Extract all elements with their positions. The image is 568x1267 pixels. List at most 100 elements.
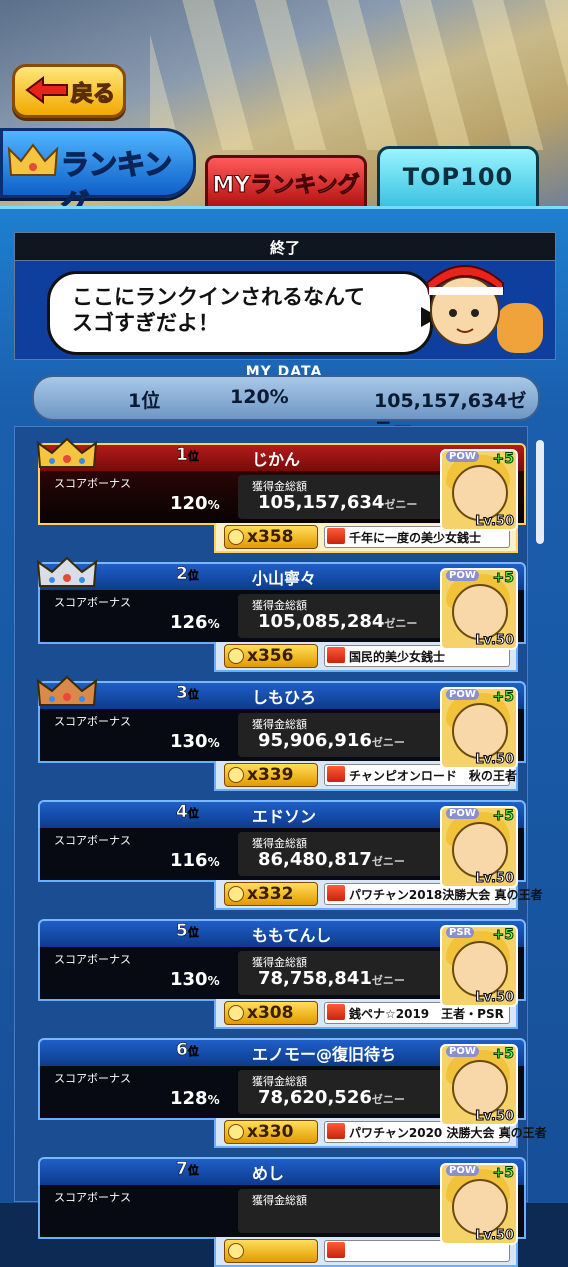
- coin-value: x358: [247, 527, 294, 547]
- level-text: Lv.50: [475, 1228, 515, 1244]
- player-avatar[interactable]: PSR +5 Lv.50: [440, 925, 518, 1007]
- rank-unit: 位: [187, 569, 200, 583]
- earnings-value: 95,906,916ゼニー: [258, 730, 405, 751]
- player-avatar[interactable]: POW +5 Lv.50: [440, 449, 518, 531]
- zeni-unit: ゼニー: [371, 1093, 405, 1106]
- back-button[interactable]: 戻る: [12, 64, 126, 118]
- avatar-face: [452, 941, 508, 997]
- earnings-box: 獲得金総額: [238, 1189, 454, 1233]
- medal-badge: POW: [446, 1046, 479, 1057]
- bonus-label: スコアボーナス: [54, 953, 131, 966]
- earnings-number: 105,157,634: [258, 492, 385, 513]
- plus-badge: +5: [492, 451, 515, 468]
- coin-count: x332: [224, 882, 318, 906]
- crown-icon: [36, 556, 98, 587]
- player-avatar[interactable]: POW +5 Lv.50: [440, 687, 518, 769]
- earnings-value: 105,157,634ゼニー: [258, 492, 417, 513]
- medal-badge: POW: [446, 1165, 479, 1176]
- player-avatar[interactable]: POW +5 Lv.50: [440, 1044, 518, 1126]
- plus-badge: +5: [492, 1046, 515, 1063]
- speech-text: ここにランクインされるなんて スゴすぎだよ！: [72, 285, 365, 335]
- rank-unit: 位: [187, 450, 200, 464]
- level-text: Lv.50: [475, 633, 515, 649]
- bonus-label: スコアボーナス: [54, 834, 131, 847]
- ranking-card[interactable]: 2位 小山寧々 スコアボーナス 126% 獲得金総額 105,085,284ゼニー…: [16, 556, 526, 672]
- player-avatar[interactable]: POW +5 Lv.50: [440, 1163, 518, 1245]
- bonus-label: スコアボーナス: [54, 715, 131, 728]
- bonus-label: スコアボーナス: [54, 1072, 131, 1085]
- percent-unit: %: [207, 1093, 220, 1107]
- avatar-face: [452, 465, 508, 521]
- title-crown-icon: [327, 1242, 345, 1258]
- speech-bubble: ここにランクインされるなんて スゴすぎだよ！: [47, 271, 433, 355]
- ranking-card[interactable]: 4位 エドソン スコアボーナス 116% 獲得金総額 86,480,817ゼニー …: [16, 800, 542, 910]
- player-name: じかん: [252, 450, 301, 469]
- zeni-unit: ゼニー: [384, 498, 418, 511]
- percent-unit: %: [207, 974, 220, 988]
- earnings-number: 95,906,916: [258, 730, 372, 751]
- plus-badge: +5: [492, 689, 515, 706]
- tab-my-ranking[interactable]: MYランキング: [205, 155, 367, 206]
- ranking-card[interactable]: 6位 エノモー@復旧待ち スコアボーナス 128% 獲得金総額 78,620,52…: [16, 1038, 547, 1148]
- title-text: パワチャン2018決勝大会 真の王者: [349, 888, 543, 902]
- medal-badge: POW: [446, 451, 479, 462]
- coin-value: x308: [247, 1003, 294, 1023]
- rank-number: 1位: [176, 445, 200, 466]
- ranking-card[interactable]: 3位 しもひろ スコアボーナス 130% 獲得金総額 95,906,916ゼニー …: [16, 675, 526, 791]
- rank-number: 6位: [176, 1040, 200, 1061]
- title-crown-icon: [327, 1123, 345, 1139]
- medal-badge: PSR: [446, 927, 475, 938]
- rank-number: 3位: [176, 683, 199, 704]
- coin-value: x356: [247, 646, 294, 666]
- percent-unit: %: [207, 498, 220, 512]
- player-name: めし: [252, 1164, 285, 1183]
- coin-icon: [228, 1124, 244, 1140]
- coin-count: x339: [224, 763, 318, 787]
- medal-badge: POW: [446, 570, 479, 581]
- percent-unit: %: [207, 855, 220, 869]
- avatar-face: [452, 1060, 508, 1116]
- bonus-value: 116%: [170, 850, 220, 871]
- ranking-card[interactable]: 7位 めし スコアボーナス 獲得金総額 POW +5 Lv.50: [16, 1157, 526, 1267]
- ranking-card[interactable]: 5位 ももてんし スコアボーナス 130% 獲得金総額 78,758,841ゼニー…: [16, 919, 526, 1029]
- zeni-unit: ゼニー: [371, 736, 405, 749]
- bonus-label: スコアボーナス: [54, 596, 131, 609]
- zeni-unit: ゼニー: [384, 617, 418, 630]
- earnings-value: 78,758,841ゼニー: [258, 968, 405, 989]
- coin-icon: [228, 1243, 244, 1259]
- title-crown-icon: [327, 766, 345, 782]
- earnings-box: 獲得金総額 105,157,634ゼニー: [238, 475, 454, 519]
- bonus-number: 128: [170, 1088, 208, 1109]
- plus-badge: +5: [492, 808, 515, 825]
- title-text: 千年に一度の美少女銭士: [349, 531, 482, 545]
- crown-icon: [36, 675, 98, 706]
- title-crown-icon: [327, 885, 345, 901]
- coin-icon: [228, 886, 244, 902]
- rank-unit: 位: [187, 1045, 200, 1059]
- tab-ranking[interactable]: ランキング: [0, 128, 196, 222]
- level-text: Lv.50: [475, 990, 515, 1006]
- earnings-number: 105,085,284: [258, 611, 385, 632]
- player-avatar[interactable]: POW +5 Lv.50: [440, 806, 518, 888]
- player-avatar[interactable]: POW +5 Lv.50: [440, 568, 518, 650]
- bonus-number: 130: [170, 969, 208, 990]
- mydata-rank: 1位: [128, 390, 161, 412]
- rank-unit: 位: [187, 1164, 200, 1178]
- zeni-unit: ゼニー: [371, 974, 405, 987]
- rank-value: 7: [176, 1159, 188, 1180]
- tab-top100-label: TOP100: [402, 163, 514, 191]
- rank-unit: 位: [187, 807, 200, 821]
- earnings-label: 獲得金総額: [252, 1194, 307, 1207]
- ranking-card[interactable]: 1位 じかん スコアボーナス 120% 獲得金総額 105,157,634ゼニー …: [16, 437, 526, 553]
- tab-top100[interactable]: TOP100: [377, 146, 539, 209]
- message-box: ここにランクインされるなんて スゴすぎだよ！: [14, 260, 556, 360]
- earnings-number: 86,480,817: [258, 849, 372, 870]
- earnings-value: 105,085,284ゼニー: [258, 611, 417, 632]
- scrollbar[interactable]: [536, 440, 544, 544]
- rank-unit: 位: [187, 926, 200, 940]
- rank-number: 7位: [176, 1159, 200, 1180]
- bonus-label: スコアボーナス: [54, 477, 131, 490]
- rank-value: 6: [176, 1040, 188, 1061]
- avatar-face: [452, 1179, 508, 1235]
- character-portrait-icon: [425, 265, 543, 353]
